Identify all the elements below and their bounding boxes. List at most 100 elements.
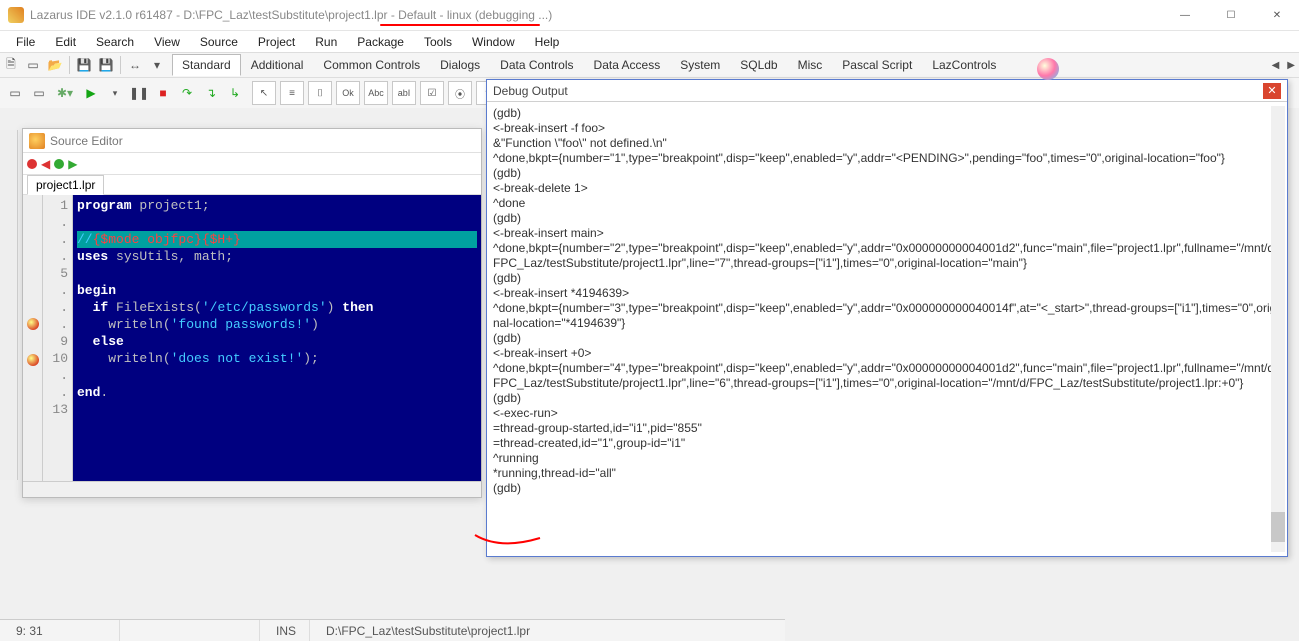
- comp-tab-misc[interactable]: Misc: [788, 54, 833, 76]
- source-nav-bar: ◀ ▶: [23, 153, 481, 175]
- code-line[interactable]: [77, 265, 477, 282]
- debug-line: (gdb): [493, 211, 1281, 226]
- main-titlebar: Lazarus IDE v2.1.0 r61487 - D:\FPC_Laz\t…: [0, 0, 1299, 30]
- comp-tab-dialogs[interactable]: Dialogs: [430, 54, 490, 76]
- debug-line: ^done,bkpt={number="1",type="breakpoint"…: [493, 151, 1281, 166]
- palette-item-1[interactable]: ≡: [280, 81, 304, 105]
- palette-item-2[interactable]: ⌷: [308, 81, 332, 105]
- maximize-button[interactable]: ☐: [1217, 10, 1245, 21]
- comp-tab-common-controls[interactable]: Common Controls: [313, 54, 430, 76]
- debug-line: (gdb): [493, 481, 1281, 496]
- debug-line: <-break-insert +0>: [493, 346, 1281, 361]
- debug-close-button[interactable]: ✕: [1263, 83, 1281, 99]
- debug-vertical-scrollbar[interactable]: [1271, 106, 1285, 552]
- debug-line: =thread-group-started,id="i1",pid="855": [493, 421, 1281, 436]
- new-unit-button[interactable]: 🗎: [0, 54, 22, 76]
- code-line[interactable]: end.: [77, 384, 477, 401]
- debug-line: <-exec-run>: [493, 406, 1281, 421]
- code-line[interactable]: [77, 214, 477, 231]
- tab-scroll-left[interactable]: ◀: [1268, 60, 1284, 71]
- open-button[interactable]: 📂: [44, 54, 66, 76]
- comp-tab-additional[interactable]: Additional: [241, 54, 314, 76]
- pause-button[interactable]: ❚❚: [128, 82, 150, 104]
- palette-item-4[interactable]: Abc: [364, 81, 388, 105]
- comp-tab-standard[interactable]: Standard: [172, 54, 241, 76]
- manage-desktops-button[interactable]: ▾: [146, 54, 168, 76]
- view-forms-button[interactable]: ▭: [28, 82, 50, 104]
- comp-tab-lazcontrols[interactable]: LazControls: [922, 54, 1006, 76]
- save-all-button[interactable]: 💾: [95, 54, 117, 76]
- breakpoint-icon[interactable]: [27, 318, 39, 330]
- comp-tab-data-access[interactable]: Data Access: [584, 54, 671, 76]
- code-line[interactable]: if FileExists('/etc/passwords') then: [77, 299, 477, 316]
- step-into-button[interactable]: ↴: [200, 82, 222, 104]
- running-app-icon[interactable]: [1037, 58, 1059, 80]
- source-editor-title-text: Source Editor: [50, 134, 123, 148]
- step-out-button[interactable]: ↳: [224, 82, 246, 104]
- debug-line: ^done,bkpt={number="2",type="breakpoint"…: [493, 241, 1281, 271]
- menu-tools[interactable]: Tools: [414, 33, 462, 51]
- scrollbar-thumb[interactable]: [1271, 512, 1285, 542]
- jump-fwd-history-icon[interactable]: [54, 159, 64, 169]
- source-tab-project1[interactable]: project1.lpr: [27, 175, 104, 195]
- comp-tab-data-controls[interactable]: Data Controls: [490, 54, 583, 76]
- source-editor-title: Source Editor: [23, 129, 481, 153]
- code-line[interactable]: writeln('does not exist!');: [77, 350, 477, 367]
- comp-tab-sqldb[interactable]: SQLdb: [730, 54, 787, 76]
- comp-tab-system[interactable]: System: [670, 54, 730, 76]
- code-line[interactable]: uses sysUtils, math;: [77, 248, 477, 265]
- palette-item-7[interactable]: ⦿: [448, 81, 472, 105]
- menu-window[interactable]: Window: [462, 33, 525, 51]
- run-button[interactable]: ▶: [80, 82, 102, 104]
- code-line[interactable]: [77, 367, 477, 384]
- window-title: Lazarus IDE v2.1.0 r61487 - D:\FPC_Laz\t…: [30, 8, 552, 22]
- code-line[interactable]: //{$mode objfpc}{$H+}: [77, 231, 477, 248]
- palette-item-3[interactable]: Ok: [336, 81, 360, 105]
- nav-forward-button[interactable]: ▶: [68, 157, 77, 171]
- left-dock[interactable]: [0, 130, 18, 480]
- stop-button[interactable]: ■: [152, 82, 174, 104]
- tab-scroll-right[interactable]: ▶: [1283, 60, 1299, 71]
- code-area[interactable]: program project1; //{$mode objfpc}{$H+}u…: [73, 195, 481, 481]
- code-line[interactable]: [77, 401, 477, 418]
- menu-search[interactable]: Search: [86, 33, 144, 51]
- menu-run[interactable]: Run: [305, 33, 347, 51]
- breakpoint-gutter[interactable]: [23, 195, 43, 481]
- comp-tab-pascal-script[interactable]: Pascal Script: [832, 54, 922, 76]
- menu-file[interactable]: File: [6, 33, 45, 51]
- debug-line: (gdb): [493, 331, 1281, 346]
- palette-item-6[interactable]: ☑: [420, 81, 444, 105]
- palette-item-5[interactable]: abI: [392, 81, 416, 105]
- minimize-button[interactable]: —: [1171, 10, 1199, 21]
- code-line[interactable]: else: [77, 333, 477, 350]
- save-button[interactable]: 💾: [73, 54, 95, 76]
- debug-line: ^done: [493, 196, 1281, 211]
- menu-source[interactable]: Source: [190, 33, 248, 51]
- step-over-button[interactable]: ↷: [176, 82, 198, 104]
- code-line[interactable]: writeln('found passwords!'): [77, 316, 477, 333]
- build-mode-button[interactable]: ✱▾: [54, 82, 76, 104]
- new-form-button[interactable]: ▭: [22, 54, 44, 76]
- menu-package[interactable]: Package: [347, 33, 414, 51]
- menu-help[interactable]: Help: [525, 33, 570, 51]
- debug-line: (gdb): [493, 271, 1281, 286]
- breakpoint-icon[interactable]: [27, 354, 39, 366]
- debug-output-body[interactable]: (gdb)<-break-insert -f foo>&"Function \"…: [487, 102, 1287, 556]
- toggle-form-unit-button[interactable]: ↔: [124, 54, 146, 76]
- source-editor-icon: [29, 133, 45, 149]
- view-units-button[interactable]: ▭: [4, 82, 26, 104]
- status-cursor-pos: 9: 31: [0, 620, 120, 641]
- close-button[interactable]: ✕: [1263, 10, 1291, 21]
- horizontal-scrollbar[interactable]: [23, 481, 481, 497]
- run-menu-button[interactable]: ▾: [104, 82, 126, 104]
- palette-item-0[interactable]: ↖: [252, 81, 276, 105]
- menu-project[interactable]: Project: [248, 33, 305, 51]
- menu-view[interactable]: View: [144, 33, 190, 51]
- code-line[interactable]: begin: [77, 282, 477, 299]
- app-icon: [8, 7, 24, 23]
- jump-back-history-icon[interactable]: [27, 159, 37, 169]
- nav-back-button[interactable]: ◀: [41, 157, 50, 171]
- menu-edit[interactable]: Edit: [45, 33, 86, 51]
- debug-line: ^done,bkpt={number="3",type="breakpoint"…: [493, 301, 1281, 331]
- code-line[interactable]: program project1;: [77, 197, 477, 214]
